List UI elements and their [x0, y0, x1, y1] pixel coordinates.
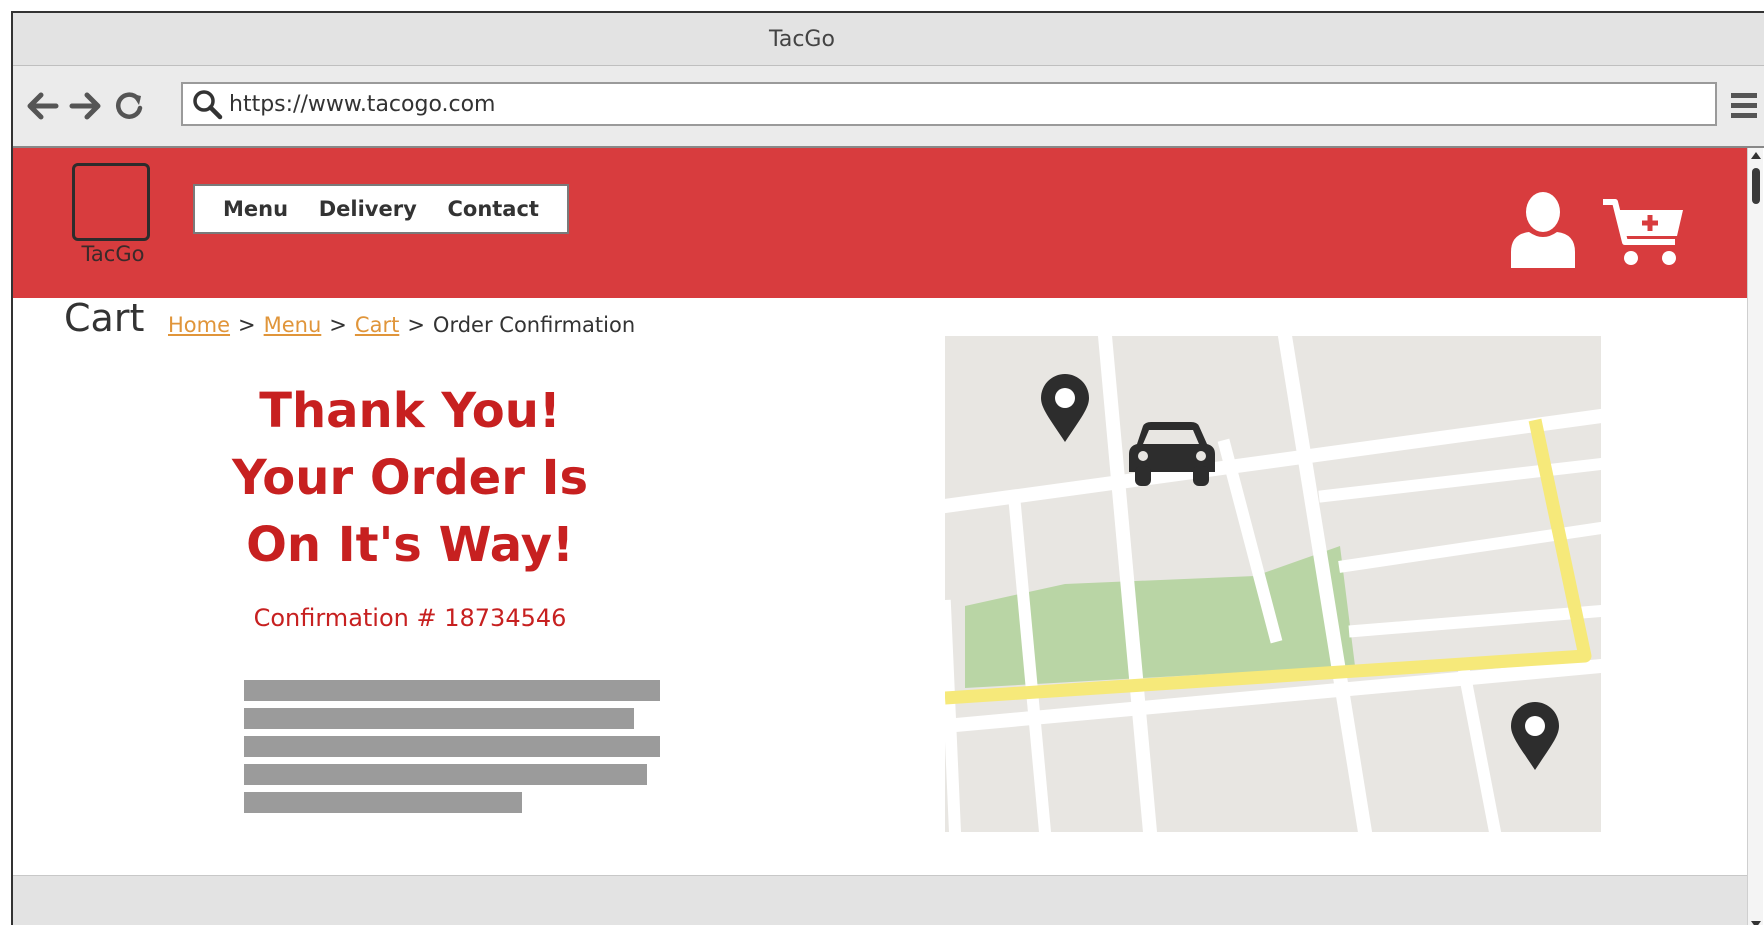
- breadcrumb-cart[interactable]: Cart: [355, 313, 399, 337]
- site-nav: Menu Delivery Contact: [193, 184, 569, 234]
- page-title: Cart: [64, 296, 145, 340]
- thank-you-line: Thank You!: [259, 383, 561, 439]
- thank-you-line: On It's Way!: [246, 517, 574, 573]
- breadcrumb-separator: >: [407, 313, 425, 337]
- arrow-left-icon: [27, 92, 59, 120]
- logo[interactable]: [72, 163, 150, 241]
- hamburger-menu-icon: [1731, 93, 1757, 118]
- back-button[interactable]: [25, 88, 61, 124]
- site-header: TacGo Menu Delivery Contact: [13, 148, 1747, 298]
- account-button[interactable]: [1509, 190, 1577, 268]
- placeholder-text-line: [244, 764, 647, 785]
- breadcrumb-current: Order Confirmation: [432, 313, 636, 337]
- thank-you-line: Your Order Is: [231, 450, 589, 506]
- scroll-down-arrow[interactable]: [1751, 921, 1761, 925]
- scroll-up-arrow[interactable]: [1751, 152, 1761, 159]
- breadcrumb-menu[interactable]: Menu: [264, 313, 322, 337]
- nav-contact[interactable]: Contact: [447, 197, 539, 221]
- arrow-right-icon: [69, 92, 101, 120]
- breadcrumb: Home > Menu > Cart > Order Confirmation: [168, 313, 635, 337]
- breadcrumb-separator: >: [329, 313, 347, 337]
- thank-you-message: Thank You! Your Order Is On It's Way!: [210, 378, 610, 579]
- window-titlebar: TacGo: [13, 13, 1764, 66]
- placeholder-text-line: [244, 736, 660, 757]
- delivery-map[interactable]: [945, 336, 1601, 832]
- browser-toolbar: [13, 66, 1764, 148]
- cart-button[interactable]: [1603, 196, 1687, 268]
- url-input[interactable]: [229, 91, 1629, 117]
- address-bar[interactable]: [181, 82, 1717, 126]
- breadcrumb-separator: >: [238, 313, 256, 337]
- nav-menu[interactable]: Menu: [223, 197, 288, 221]
- reload-button[interactable]: [111, 88, 147, 124]
- forward-button[interactable]: [67, 88, 103, 124]
- map-canvas: [945, 336, 1601, 832]
- search-icon: [193, 90, 223, 120]
- confirmation-number: Confirmation # 18734546: [253, 604, 567, 632]
- placeholder-text-line: [244, 708, 634, 729]
- placeholder-text-line: [244, 680, 660, 701]
- scroll-thumb[interactable]: [1752, 168, 1760, 204]
- placeholder-text-line: [244, 792, 522, 813]
- order-details-placeholder: [244, 680, 660, 820]
- browser-menu-button[interactable]: [1729, 88, 1759, 122]
- page-scrollbar[interactable]: [1747, 148, 1763, 925]
- window-title: TacGo: [769, 26, 835, 52]
- browser-status-bar: [13, 875, 1747, 925]
- logo-text: TacGo: [81, 242, 145, 266]
- breadcrumb-home[interactable]: Home: [168, 313, 230, 337]
- shopping-cart-add-icon: [1603, 199, 1683, 265]
- reload-icon: [116, 92, 143, 119]
- user-icon: [1511, 192, 1575, 268]
- nav-delivery[interactable]: Delivery: [319, 197, 417, 221]
